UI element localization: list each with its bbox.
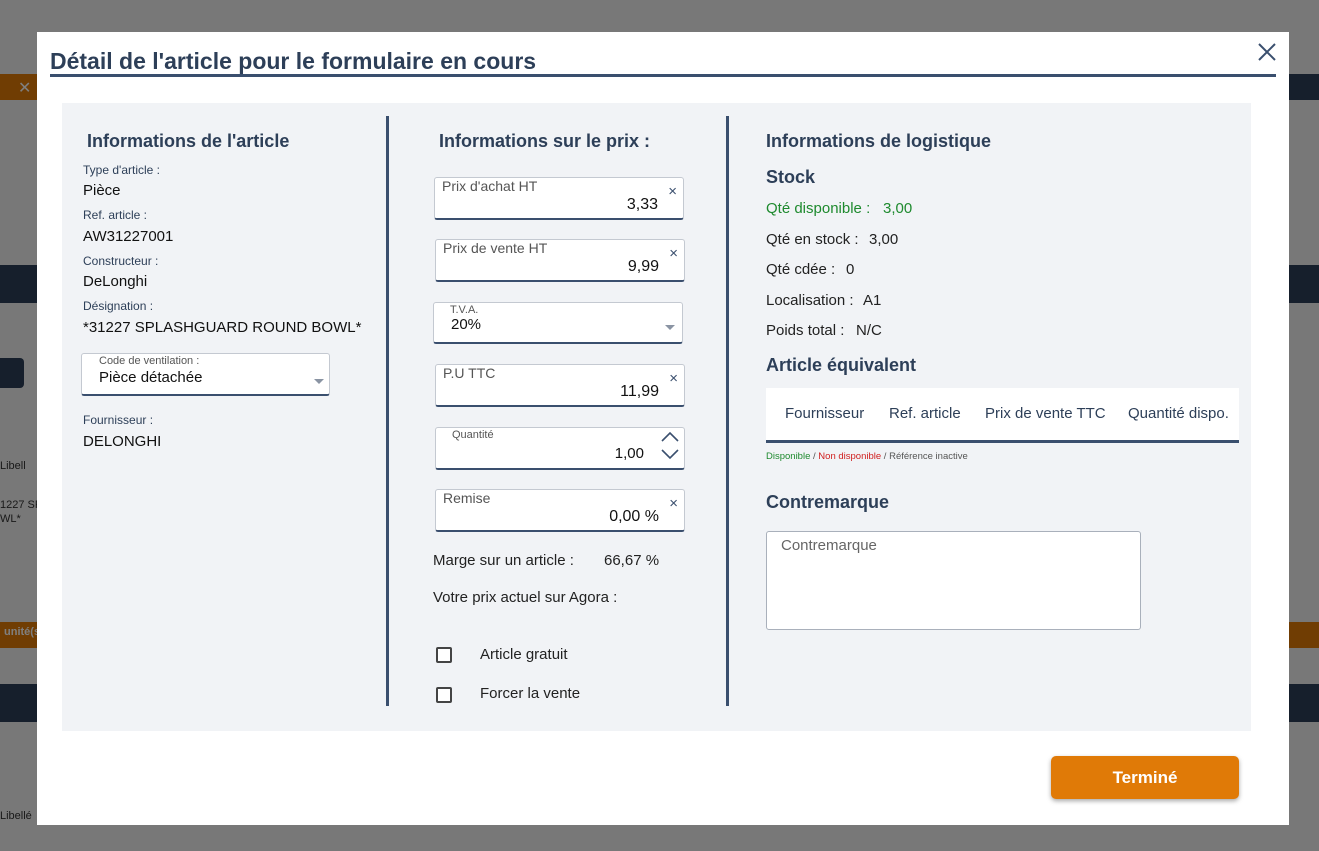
supplier-value: DELONGHI xyxy=(83,433,162,450)
stock-title: Stock xyxy=(766,167,816,187)
legend-separator: / xyxy=(881,451,890,462)
pu-ttc-label: P.U TTC xyxy=(443,365,496,381)
ventilation-value: Pièce détachée xyxy=(99,369,203,386)
sale-price-value: 9,99 xyxy=(627,258,659,275)
weight-value: N/C xyxy=(856,322,882,339)
legend-inactive: Référence inactive xyxy=(889,451,968,462)
ref-label: Ref. article : xyxy=(83,208,148,222)
discount-value: 0,00 % xyxy=(609,508,659,525)
pu-ttc-value: 11,99 xyxy=(620,383,659,400)
purchase-price-label: Prix d'achat HT xyxy=(442,178,538,194)
chevron-down-icon xyxy=(665,325,675,330)
purchase-price-value: 3,33 xyxy=(626,196,658,213)
chevron-down-icon xyxy=(314,379,324,384)
discount-field[interactable]: Remise 0,00 % × xyxy=(435,489,685,532)
legend-available: Disponible xyxy=(766,451,811,462)
free-article-checkbox[interactable] xyxy=(436,647,452,663)
equivalent-title: Article équivalent xyxy=(766,355,917,375)
free-article-label: Article gratuit xyxy=(480,646,568,663)
ordered-qty-label: Qté cdée : xyxy=(766,261,836,278)
supplier-label: Fournisseur : xyxy=(83,413,154,427)
col-supplier[interactable]: Fournisseur xyxy=(785,405,864,422)
counter-mark-title: Contremarque xyxy=(766,492,890,512)
type-label: Type d'article : xyxy=(83,163,160,177)
logistics-section-title: Informations de logistique xyxy=(766,131,992,151)
col-price[interactable]: Prix de vente TTC xyxy=(985,405,1106,422)
title-underline xyxy=(50,74,1276,77)
force-sale-checkbox[interactable] xyxy=(436,687,452,703)
article-detail-dialog: Détail de l'article pour le formulaire e… xyxy=(37,32,1289,825)
done-button[interactable]: Terminé xyxy=(1051,756,1239,799)
close-icon xyxy=(1258,43,1276,61)
location-label: Localisation : xyxy=(766,292,854,309)
clear-icon[interactable]: × xyxy=(668,184,677,199)
type-value: Pièce xyxy=(83,182,121,199)
column-divider-2 xyxy=(726,116,729,706)
designation-value: *31227 SPLASHGUARD ROUND BOWL* xyxy=(83,319,362,336)
available-qty-label: Qté disponible : xyxy=(766,200,871,217)
sale-price-field[interactable]: Prix de vente HT 9,99 × xyxy=(435,239,685,282)
tva-value: 20% xyxy=(451,316,482,333)
tva-label: T.V.A. xyxy=(450,304,479,316)
discount-label: Remise xyxy=(443,490,491,506)
col-quantity[interactable]: Quantité dispo. xyxy=(1128,405,1229,422)
weight-label: Poids total : xyxy=(766,322,845,339)
designation-label: Désignation : xyxy=(83,299,154,313)
available-qty-value: 3,00 xyxy=(883,200,913,217)
clear-icon[interactable]: × xyxy=(669,496,678,511)
clear-icon[interactable]: × xyxy=(669,246,678,261)
ventilation-label: Code de ventilation : xyxy=(99,355,200,367)
close-button[interactable] xyxy=(1254,40,1280,66)
legend-unavailable: Non disponible xyxy=(818,451,882,462)
stock-qty-label: Qté en stock : xyxy=(766,231,859,248)
dialog-title: Détail de l'article pour le formulaire e… xyxy=(50,48,537,74)
agora-price-label: Votre prix actuel sur Agora : xyxy=(433,589,618,606)
maker-label: Constructeur : xyxy=(83,254,159,268)
tva-select[interactable]: T.V.A. 20% xyxy=(433,302,683,344)
clear-icon[interactable]: × xyxy=(669,371,678,386)
location-value: A1 xyxy=(863,292,882,309)
ventilation-select[interactable]: Code de ventilation : Pièce détachée xyxy=(81,353,330,396)
ordered-qty-value: 0 xyxy=(846,261,855,278)
col-ref[interactable]: Ref. article xyxy=(889,405,961,422)
purchase-price-field[interactable]: Prix d'achat HT 3,33 × xyxy=(434,177,684,220)
sale-price-label: Prix de vente HT xyxy=(443,240,548,256)
article-section-title: Informations de l'article xyxy=(87,131,290,151)
quantity-value: 1,00 xyxy=(614,445,644,462)
counter-mark-textarea[interactable]: Contremarque xyxy=(766,531,1141,630)
column-divider-1 xyxy=(386,116,389,706)
quantity-stepper[interactable]: Quantité 1,00 xyxy=(435,427,685,470)
ref-value: AW31227001 xyxy=(83,228,174,245)
equivalent-table-header: Fournisseur Ref. article Prix de vente T… xyxy=(766,388,1239,443)
quantity-label: Quantité xyxy=(452,429,494,441)
availability-legend: Disponible / Non disponible / Référence … xyxy=(766,451,968,462)
maker-value: DeLonghi xyxy=(83,273,148,290)
force-sale-label: Forcer la vente xyxy=(480,685,581,702)
stock-qty-value: 3,00 xyxy=(869,231,899,248)
chevron-down-icon[interactable] xyxy=(660,447,680,466)
margin-label: Marge sur un article : xyxy=(433,552,574,569)
margin-value: 66,67 % xyxy=(604,552,660,569)
content-panel: Informations de l'article Type d'article… xyxy=(62,103,1251,731)
counter-mark-placeholder: Contremarque xyxy=(781,537,877,554)
pu-ttc-field[interactable]: P.U TTC 11,99 × xyxy=(435,364,685,407)
price-section-title: Informations sur le prix : xyxy=(439,131,651,151)
